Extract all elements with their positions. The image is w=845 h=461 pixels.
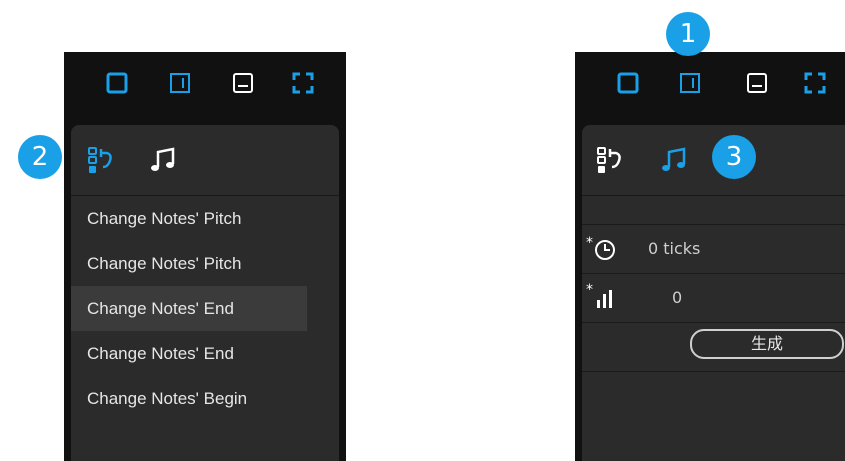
time-offset-value: 0 ticks [648, 239, 701, 258]
split-horizontal-icon[interactable] [232, 72, 254, 94]
time-offset-icon: * [586, 235, 615, 260]
fullscreen-icon[interactable] [292, 72, 314, 94]
history-item[interactable]: Change Notes' Pitch [71, 196, 307, 241]
velocity-icon: * [586, 282, 612, 308]
history-item-selected[interactable]: Change Notes' End [71, 286, 307, 331]
right-panel: * 0 ticks * 0 [575, 52, 845, 461]
history-list: Change Notes' Pitch Change Notes' Pitch … [71, 196, 339, 421]
generate-button[interactable]: 生成 [690, 329, 844, 359]
velocity-row: * 0 [582, 274, 845, 323]
empty-row [582, 196, 845, 225]
callout-badge-2: 2 [18, 135, 62, 179]
note-tools-panel: * 0 ticks * 0 [582, 125, 845, 461]
time-offset-row: * 0 ticks [582, 225, 845, 274]
callout-badge-3: 3 [712, 135, 756, 179]
split-vertical-icon[interactable] [169, 72, 191, 94]
single-window-icon[interactable] [617, 72, 639, 94]
history-icon[interactable] [596, 147, 626, 175]
history-item[interactable]: Change Notes' Begin [71, 376, 307, 421]
svg-text:*: * [586, 235, 593, 251]
panel-tabs [71, 125, 339, 196]
history-item[interactable]: Change Notes' Pitch [71, 241, 307, 286]
svg-text:*: * [586, 282, 593, 298]
history-panel: Change Notes' Pitch Change Notes' Pitch … [71, 125, 339, 461]
callout-badge-1: 1 [666, 12, 710, 56]
history-item[interactable]: Change Notes' End [71, 331, 307, 376]
single-window-icon[interactable] [106, 72, 128, 94]
music-note-icon[interactable] [660, 147, 688, 175]
music-note-icon[interactable] [149, 147, 177, 175]
left-panel: Change Notes' Pitch Change Notes' Pitch … [64, 52, 346, 461]
split-horizontal-icon[interactable] [746, 72, 768, 94]
split-vertical-icon[interactable] [679, 72, 701, 94]
history-icon[interactable] [87, 147, 117, 175]
velocity-value: 0 [672, 288, 683, 307]
fullscreen-icon[interactable] [804, 72, 826, 94]
